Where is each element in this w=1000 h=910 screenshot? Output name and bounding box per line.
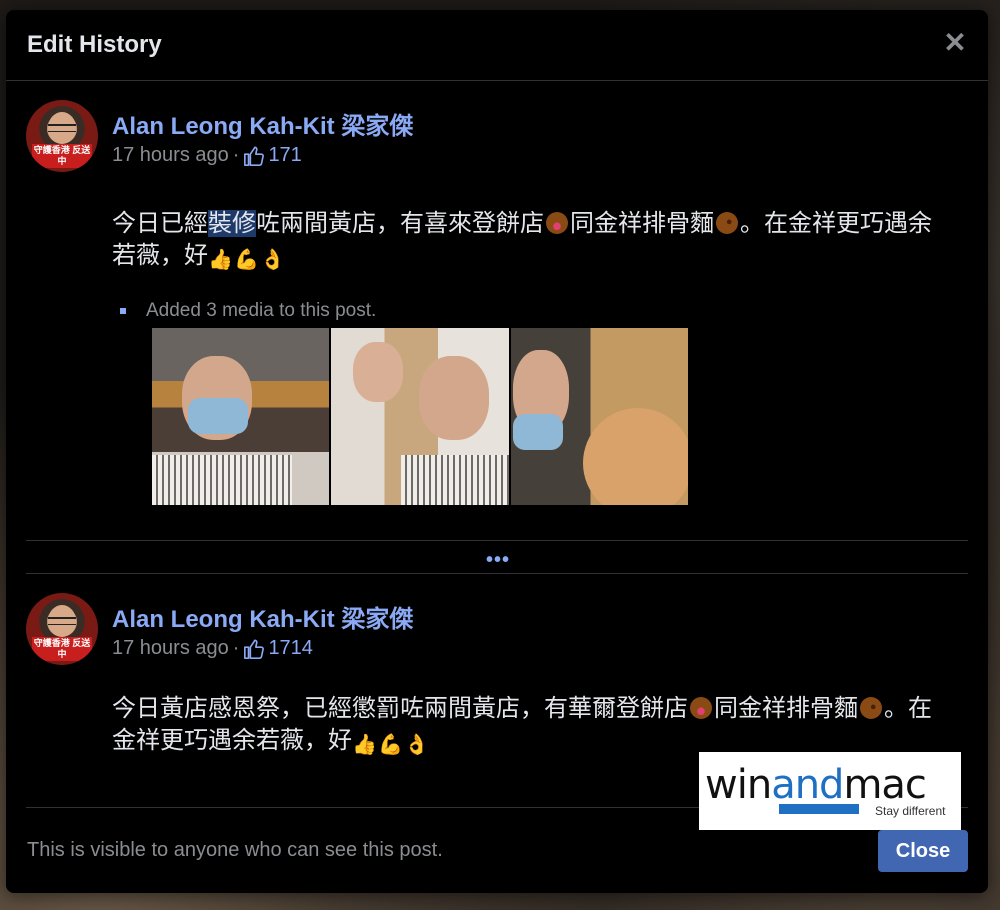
post-text-segment: 咗兩間黃店，有喜來登餅店 (256, 210, 544, 237)
watermark-wordmark: winandmac (705, 762, 927, 808)
watermark-mac: mac (843, 762, 926, 808)
highlighted-change: 裝修 (208, 210, 256, 237)
media-note-text: Added 3 media to this post. (146, 300, 377, 321)
watermark-underline (779, 804, 859, 814)
thumbs-up-emoji: 👍 (352, 734, 377, 756)
divider (26, 573, 968, 574)
avatar-badge: 守護香港 反送中 (32, 637, 92, 661)
post-text-segment: 今日已經 (112, 210, 208, 237)
thumbs-up-icon (244, 145, 265, 166)
post-text-segment: 同金祥排骨麵 (714, 695, 858, 722)
post-text-segment: 同金祥排骨麵 (570, 210, 714, 237)
winking-face-emoji (860, 697, 882, 719)
flexed-biceps-emoji: 💪 (234, 249, 259, 271)
meta-separator: · (232, 637, 240, 659)
watermark-logo: winandmac Stay different (699, 752, 961, 830)
photo-shirt (401, 455, 509, 505)
like-count[interactable]: 1714 (268, 637, 313, 660)
post-text: 今日已經裝修咗兩間黃店，有喜來登餅店 同金祥排骨麵 。在金祥更巧遇余若薇，好👍💪👌 (112, 208, 952, 272)
photo-shirt (152, 455, 292, 505)
ok-hand-emoji: 👌 (260, 249, 285, 271)
visibility-note: This is visible to anyone who can see th… (27, 839, 443, 861)
post-timestamp[interactable]: 17 hours ago (112, 144, 229, 167)
ok-hand-emoji: 👌 (404, 734, 429, 756)
dialog-title: Edit History (27, 31, 162, 58)
photo-thumbnail[interactable] (510, 328, 688, 505)
watermark-and: and (771, 762, 844, 808)
media-change-note: Added 3 media to this post. (120, 300, 376, 322)
avatar-badge: 守護香港 反送中 (32, 144, 92, 168)
meta-separator: · (232, 144, 240, 166)
post-text-segment: 今日黃店感恩祭，已經懲罰咗兩間黃店，有華爾登餅店 (112, 695, 688, 722)
photo-thumbnail[interactable] (331, 328, 509, 505)
avatar-glasses (48, 617, 76, 625)
watermark-tagline: Stay different (875, 804, 946, 818)
photo-pancake (582, 408, 688, 505)
photo-mask (188, 398, 248, 434)
post-meta: 17 hours ago · 171 (112, 144, 302, 167)
photo-person (419, 356, 490, 440)
avatar-glasses (48, 124, 76, 132)
face-savoring-food-emoji (690, 697, 712, 719)
winking-face-emoji (716, 212, 738, 234)
flexed-biceps-emoji: 💪 (378, 734, 403, 756)
thumbs-up-emoji: 👍 (208, 249, 233, 271)
more-revisions-ellipsis[interactable]: ••• (486, 550, 510, 570)
close-icon[interactable]: ✕ (942, 29, 968, 57)
like-count[interactable]: 171 (268, 144, 301, 167)
media-gallery (152, 328, 688, 505)
post-timestamp[interactable]: 17 hours ago (112, 637, 229, 660)
avatar[interactable]: 守護香港 反送中 (26, 593, 98, 665)
thumbs-up-icon (244, 638, 265, 659)
author-name[interactable]: Alan Leong Kah-Kit 梁家傑 (112, 106, 413, 141)
dialog-header: Edit History ✕ (6, 10, 988, 81)
close-button[interactable]: Close (878, 830, 968, 872)
bullet-icon (120, 308, 126, 314)
avatar[interactable]: 守護香港 反送中 (26, 100, 98, 172)
photo-thumbnail[interactable] (152, 328, 330, 505)
watermark-win: win (705, 762, 772, 808)
face-savoring-food-emoji (546, 212, 568, 234)
photo-person (353, 342, 404, 402)
divider (26, 540, 968, 541)
post-text: 今日黃店感恩祭，已經懲罰咗兩間黃店，有華爾登餅店 同金祥排骨麵 。在金祥更巧遇余若薇… (112, 693, 952, 757)
author-name[interactable]: Alan Leong Kah-Kit 梁家傑 (112, 599, 413, 634)
photo-mask (512, 414, 563, 450)
post-meta: 17 hours ago · 1714 (112, 637, 313, 660)
